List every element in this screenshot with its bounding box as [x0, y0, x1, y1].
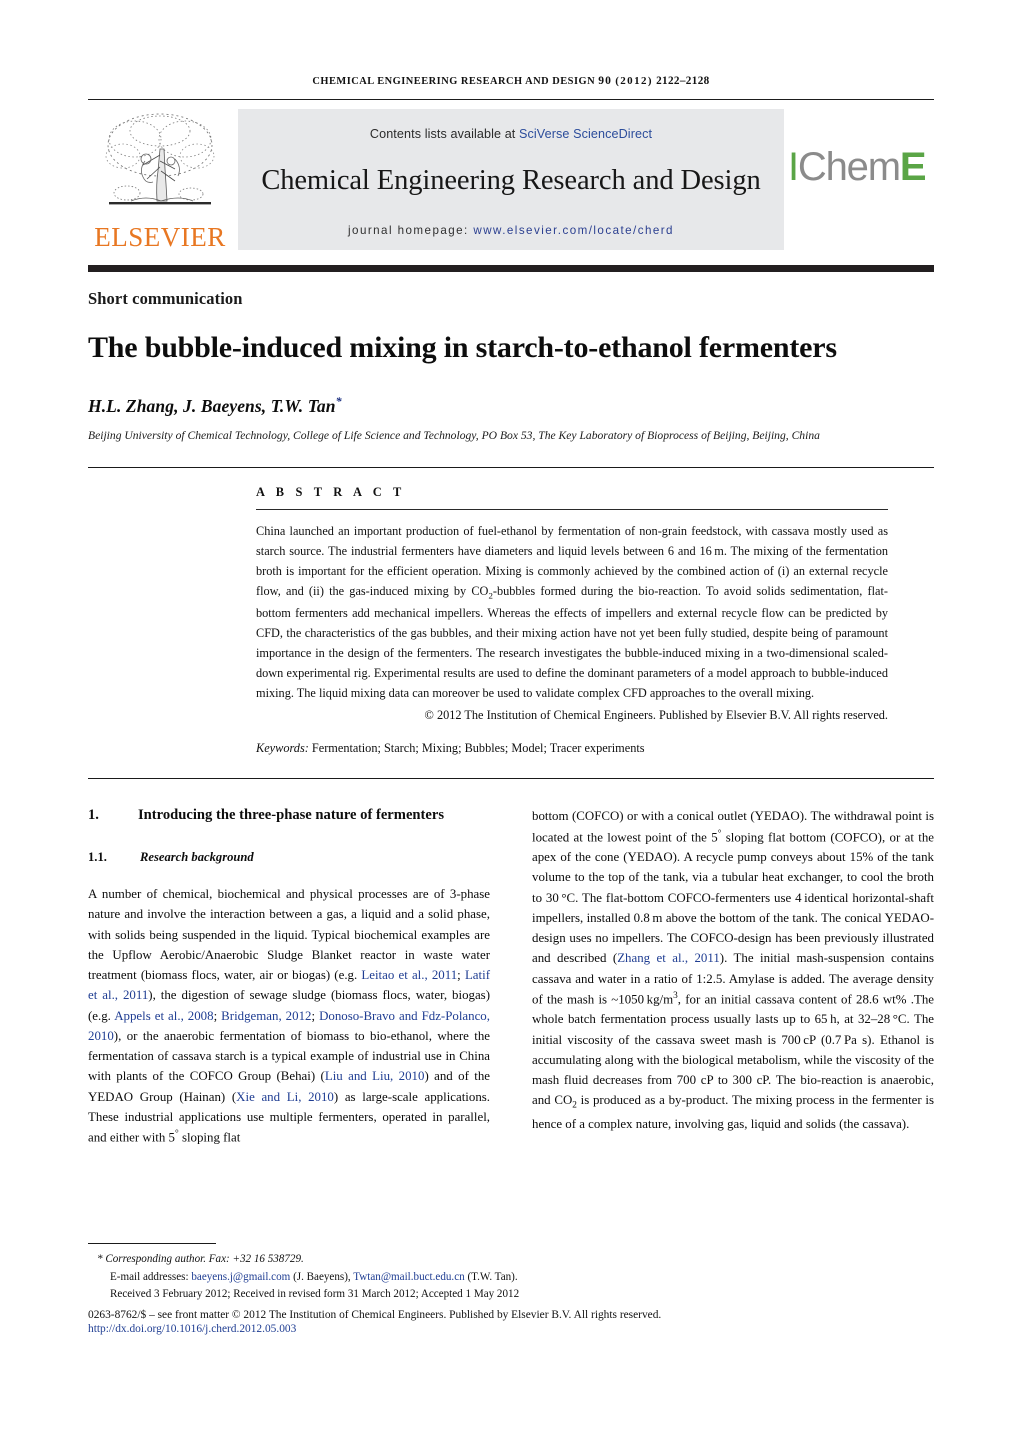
citation-link[interactable]: Zhang et al., 2011 — [617, 951, 720, 965]
abstract-label-divider — [256, 509, 888, 511]
right-column-paragraph: bottom (COFCO) or with a conical outlet … — [532, 809, 935, 1131]
keywords-label: Keywords: — [256, 741, 309, 756]
paper-page: CHEMICAL ENGINEERING RESEARCH AND DESIGN… — [0, 0, 1020, 1432]
abstract-top-divider — [88, 467, 934, 469]
icheme-i: I — [788, 145, 799, 189]
elsevier-logo[interactable]: ELSEVIER — [88, 109, 232, 255]
abstract-label: A B S T R A C T — [256, 485, 406, 500]
header-divider — [88, 99, 934, 100]
elsevier-tree-icon — [105, 113, 215, 205]
subsection-title: Research background — [140, 850, 254, 865]
masthead-thick-divider — [88, 265, 934, 272]
email-owner-tan: (T.W. Tan). — [467, 1270, 518, 1283]
email-link-tan[interactable]: Twtan@mail.buct.edu.cn — [353, 1271, 464, 1283]
page-inner: CHEMICAL ENGINEERING RESEARCH AND DESIGN… — [88, 0, 934, 1148]
corresponding-marker: * — [97, 1253, 103, 1265]
running-head-pages: 2122–2128 — [656, 75, 710, 87]
email-label: E-mail addresses: — [110, 1270, 189, 1283]
column-right: bottom (COFCO) or with a conical outlet … — [532, 806, 934, 1147]
journal-title: Chemical Engineering Research and Design — [261, 165, 761, 196]
masthead-center-panel: Contents lists available at SciVerse Sci… — [238, 109, 784, 250]
contents-prefix: Contents lists available at — [369, 127, 519, 141]
author-list: H.L. Zhang, J. Baeyens, T.W. Tan* — [88, 394, 934, 417]
subsection-number: 1.1. — [88, 850, 107, 865]
section-number: 1. — [88, 807, 99, 824]
running-head-year: (2012) — [615, 75, 653, 87]
icheme-e: E — [899, 145, 927, 189]
citation-link[interactable]: Leitao et al., 2011 — [361, 968, 457, 982]
affiliation: Beijing University of Chemical Technolog… — [88, 429, 820, 443]
email-addresses-note: E-mail addresses: baeyens.j@gmail.com (J… — [88, 1269, 934, 1287]
footnote-divider — [88, 1243, 216, 1244]
abstract-copyright: © 2012 The Institution of Chemical Engin… — [424, 708, 888, 723]
homepage-label: journal homepage: — [348, 224, 469, 237]
masthead: ELSEVIER Contents lists available at Sci… — [88, 107, 934, 257]
citation-link[interactable]: Bridgeman, 2012 — [221, 1009, 311, 1023]
issn-copyright-line: 0263-8762/$ – see front matter © 2012 Th… — [88, 1308, 662, 1321]
email-link-baeyens[interactable]: baeyens.j@gmail.com — [191, 1271, 290, 1283]
sciencedirect-link[interactable]: SciVerse ScienceDirect — [519, 127, 652, 141]
elsevier-wordmark: ELSEVIER — [94, 222, 226, 252]
column-left: 1. Introducing the three-phase nature of … — [88, 806, 490, 1147]
article-type-label: Short communication — [88, 289, 243, 308]
running-head-volume: 90 — [598, 74, 613, 87]
citation-link[interactable]: Xie and Li, 2010 — [236, 1090, 334, 1104]
page-footer: * Corresponding author. Fax: +32 16 5387… — [88, 1243, 934, 1335]
homepage-url-link[interactable]: www.elsevier.com/locate/cherd — [473, 224, 674, 237]
running-head: CHEMICAL ENGINEERING RESEARCH AND DESIGN… — [88, 74, 934, 87]
icheme-logo[interactable]: IChemE — [788, 147, 934, 187]
citation-link[interactable]: Appels et al., 2008 — [114, 1009, 213, 1023]
keywords-line: Keywords: Fermentation; Starch; Mixing; … — [256, 741, 888, 756]
corresponding-author-marker[interactable]: * — [336, 394, 342, 408]
body-columns: 1. Introducing the three-phase nature of … — [88, 806, 934, 1147]
corresponding-author-note: * Corresponding author. Fax: +32 16 5387… — [88, 1251, 934, 1269]
homepage-line: journal homepage: www.elsevier.com/locat… — [238, 224, 784, 237]
section-title: Introducing the three-phase nature of fe… — [138, 807, 445, 824]
keywords-values: Fermentation; Starch; Mixing; Bubbles; M… — [311, 741, 645, 756]
running-head-journal: CHEMICAL ENGINEERING RESEARCH AND DESIGN — [312, 76, 596, 87]
subsection-heading: 1.1. Research background — [88, 850, 490, 865]
abstract-section: A B S T R A C T China launched an import… — [88, 485, 934, 756]
email-owner-baeyens: (J. Baeyens), — [293, 1270, 351, 1283]
page-title: The bubble-induced mixing in starch-to-e… — [88, 331, 837, 364]
author-names: H.L. Zhang, J. Baeyens, T.W. Tan — [88, 396, 336, 417]
doi-link[interactable]: http://dx.doi.org/10.1016/j.cherd.2012.0… — [88, 1323, 934, 1335]
abstract-bottom-divider — [88, 778, 934, 780]
contents-line: Contents lists available at SciVerse Sci… — [238, 109, 784, 141]
received-dates-note: Received 3 February 2012; Received in re… — [110, 1288, 520, 1301]
icheme-chem: Chem — [797, 145, 901, 189]
section-heading: 1. Introducing the three-phase nature of … — [88, 806, 490, 826]
citation-link[interactable]: Liu and Liu, 2010 — [325, 1069, 425, 1083]
left-column-paragraph: A number of chemical, biochemical and ph… — [88, 887, 491, 1145]
abstract-body: China launched an important production o… — [256, 524, 888, 701]
corresponding-text: Corresponding author. Fax: +32 16 538729… — [105, 1253, 304, 1265]
